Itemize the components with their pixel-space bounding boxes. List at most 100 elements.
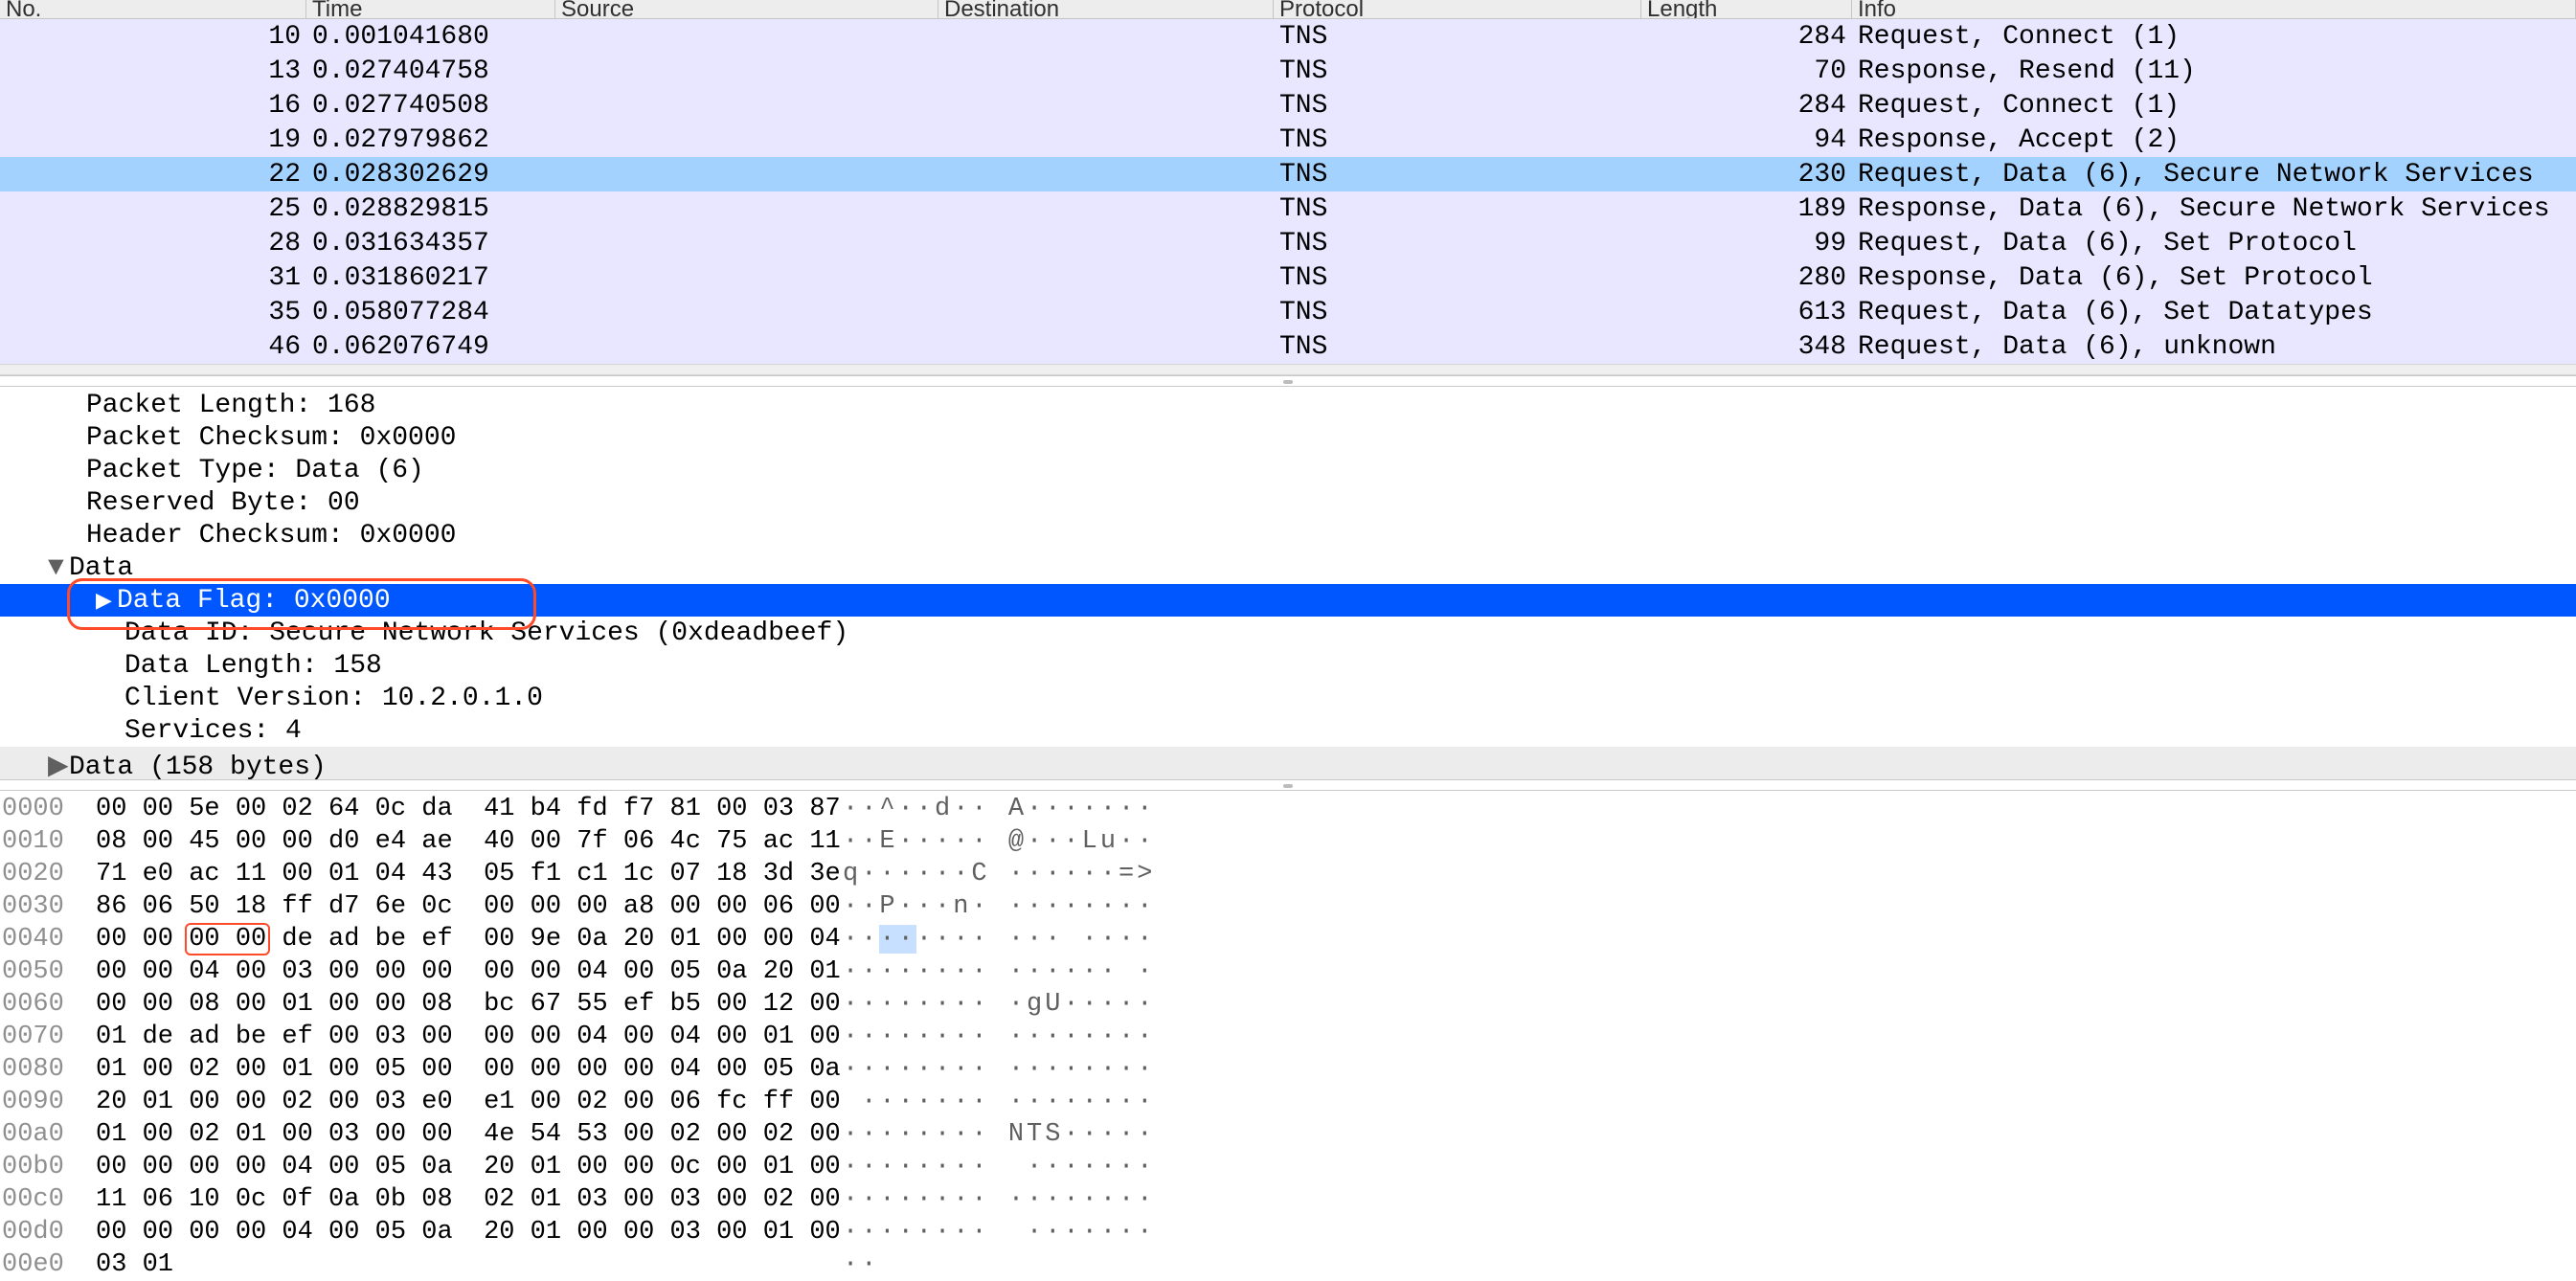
packet-row[interactable]: 280.031634357TNS99Request, Data (6), Set… — [0, 226, 2576, 260]
packet-row[interactable]: 250.028829815TNS189Response, Data (6), S… — [0, 191, 2576, 226]
hex-ascii: ······· ········ — [843, 1086, 1155, 1118]
cell-length: 284 — [1641, 91, 1852, 121]
hex-line[interactable]: 002071 e0 ac 11 00 01 04 43 05 f1 c1 1c … — [0, 858, 2576, 890]
column-header-info[interactable]: Info — [1852, 0, 2576, 18]
cell-no: 46 — [0, 332, 306, 362]
column-header-destination[interactable]: Destination — [938, 0, 1274, 18]
detail-reserved-byte[interactable]: Reserved Byte: 00 — [0, 486, 2576, 519]
cell-info: Response, Accept (2) — [1852, 125, 2576, 155]
hex-line[interactable]: 00b000 00 00 00 04 00 05 0a 20 01 00 00 … — [0, 1151, 2576, 1183]
column-header-time[interactable]: Time — [306, 0, 555, 18]
detail-data-id[interactable]: Data ID: Secure Network Services (0xdead… — [0, 617, 2576, 649]
column-header-no[interactable]: No. — [0, 0, 306, 18]
hex-ascii: ········ ··· ···· — [843, 923, 1155, 955]
hex-offset: 0000 — [0, 793, 96, 825]
hex-bytes: 00 00 04 00 03 00 00 00 00 00 04 00 05 0… — [96, 955, 843, 988]
packet-row[interactable]: 190.027979862TNS94Response, Accept (2) — [0, 123, 2576, 157]
detail-data-bytes-node[interactable]: ▶Data (158 bytes) — [0, 747, 2576, 779]
detail-packet-length[interactable]: Packet Length: 168 — [0, 389, 2576, 421]
hex-line[interactable]: 001008 00 45 00 00 d0 e4 ae 40 00 7f 06 … — [0, 825, 2576, 858]
hex-offset: 00a0 — [0, 1118, 96, 1151]
hex-ascii: ··^··d·· A······· — [843, 793, 1155, 825]
detail-services[interactable]: Services: 4 — [0, 714, 2576, 747]
hex-line[interactable]: 003086 06 50 18 ff d7 6e 0c 00 00 00 a8 … — [0, 890, 2576, 923]
cell-info: Request, Data (6), Set Datatypes — [1852, 298, 2576, 327]
detail-packet-checksum[interactable]: Packet Checksum: 0x0000 — [0, 421, 2576, 454]
hex-line[interactable]: 00c011 06 10 0c 0f 0a 0b 08 02 01 03 00 … — [0, 1183, 2576, 1216]
cell-time: 0.001041680 — [306, 22, 555, 52]
column-header-length[interactable]: Length — [1641, 0, 1852, 18]
hex-offset: 0090 — [0, 1086, 96, 1118]
hex-line[interactable]: 00a001 00 02 01 00 03 00 00 4e 54 53 00 … — [0, 1118, 2576, 1151]
cell-info: Request, Connect (1) — [1852, 22, 2576, 52]
cell-protocol: TNS — [1274, 298, 1641, 327]
detail-data-node[interactable]: ▼Data — [0, 551, 2576, 584]
cell-protocol: TNS — [1274, 125, 1641, 155]
cell-time: 0.027740508 — [306, 91, 555, 121]
hex-offset: 00c0 — [0, 1183, 96, 1216]
hex-line[interactable]: 004000 00 00 00 de ad be ef 00 9e 0a 20 … — [0, 923, 2576, 955]
packet-row[interactable]: 160.027740508TNS284Request, Connect (1) — [0, 88, 2576, 123]
cell-info: Request, Connect (1) — [1852, 91, 2576, 121]
hex-offset: 0020 — [0, 858, 96, 890]
expand-icon: ▶ — [96, 589, 117, 614]
detail-header-checksum[interactable]: Header Checksum: 0x0000 — [0, 519, 2576, 551]
detail-packet-type[interactable]: Packet Type: Data (6) — [0, 454, 2576, 486]
hex-line[interactable]: 006000 00 08 00 01 00 00 08 bc 67 55 ef … — [0, 988, 2576, 1021]
hex-line[interactable]: 008001 00 02 00 01 00 05 00 00 00 00 00 … — [0, 1053, 2576, 1086]
cell-length: 348 — [1641, 332, 1852, 362]
detail-client-version[interactable]: Client Version: 10.2.0.1.0 — [0, 682, 2576, 714]
packet-row[interactable]: 460.062076749TNS348Request, Data (6), un… — [0, 329, 2576, 364]
hex-line[interactable]: 005000 00 04 00 03 00 00 00 00 00 04 00 … — [0, 955, 2576, 988]
cell-length: 70 — [1641, 56, 1852, 86]
detail-data-length[interactable]: Data Length: 158 — [0, 649, 2576, 682]
packet-row[interactable]: 100.001041680TNS284Request, Connect (1) — [0, 19, 2576, 54]
cell-length: 189 — [1641, 194, 1852, 224]
cell-no: 13 — [0, 56, 306, 86]
cell-destination — [938, 262, 1274, 294]
cell-source — [555, 159, 938, 191]
hex-bytes: 01 00 02 01 00 03 00 00 4e 54 53 00 02 0… — [96, 1118, 843, 1151]
cell-protocol: TNS — [1274, 229, 1641, 258]
packet-row[interactable]: 130.027404758TNS70Response, Resend (11) — [0, 54, 2576, 88]
packet-list-header: No. Time Source Destination Protocol Len… — [0, 0, 2576, 19]
cell-info: Request, Data (6), unknown — [1852, 332, 2576, 362]
hex-line[interactable]: 009020 01 00 00 02 00 03 e0 e1 00 02 00 … — [0, 1086, 2576, 1118]
hex-line[interactable]: 00e003 01·· — [0, 1248, 2576, 1281]
detail-data-flag[interactable]: ▶Data Flag: 0x0000 — [0, 584, 2576, 617]
cell-length: 230 — [1641, 160, 1852, 190]
pane-separator-bottom[interactable] — [0, 779, 2576, 791]
cell-source — [555, 228, 938, 259]
cell-info: Response, Resend (11) — [1852, 56, 2576, 86]
hex-ascii: ········ NTS····· — [843, 1118, 1155, 1151]
cell-source — [555, 56, 938, 87]
packet-row[interactable]: 310.031860217TNS280Response, Data (6), S… — [0, 260, 2576, 295]
cell-time: 0.027979862 — [306, 125, 555, 155]
hex-ascii: ········ ······ · — [843, 955, 1155, 988]
column-header-protocol[interactable]: Protocol — [1274, 0, 1641, 18]
hex-line[interactable]: 007001 de ad be ef 00 03 00 00 00 04 00 … — [0, 1021, 2576, 1053]
cell-info: Response, Data (6), Secure Network Servi… — [1852, 194, 2576, 224]
hex-ascii: ········ ········ — [843, 1183, 1155, 1216]
hex-bytes: 00 00 00 00 de ad be ef 00 9e 0a 20 01 0… — [96, 923, 843, 955]
hex-offset: 0040 — [0, 923, 96, 955]
cell-length: 99 — [1641, 229, 1852, 258]
cell-destination — [938, 297, 1274, 328]
packet-rows: 100.001041680TNS284Request, Connect (1)1… — [0, 19, 2576, 364]
packet-row[interactable]: 220.028302629TNS230Request, Data (6), Se… — [0, 157, 2576, 191]
cell-info: Request, Data (6), Secure Network Servic… — [1852, 160, 2576, 190]
cell-protocol: TNS — [1274, 22, 1641, 52]
packet-row[interactable]: 350.058077284TNS613Request, Data (6), Se… — [0, 295, 2576, 329]
horizontal-scrollbar[interactable] — [0, 364, 2576, 375]
pane-separator-top[interactable] — [0, 375, 2576, 387]
hex-bytes: 03 01 — [96, 1248, 843, 1281]
cell-time: 0.031860217 — [306, 263, 555, 293]
hex-ascii: ········ ········ — [843, 1021, 1155, 1053]
hex-ascii: ··E····· @···Lu·· — [843, 825, 1155, 858]
detail-data-flag-label: Data Flag: 0x0000 — [117, 586, 391, 616]
hex-line[interactable]: 00d000 00 00 00 04 00 05 0a 20 01 00 00 … — [0, 1216, 2576, 1248]
cell-no: 25 — [0, 194, 306, 224]
cell-no: 10 — [0, 22, 306, 52]
column-header-source[interactable]: Source — [555, 0, 938, 18]
hex-line[interactable]: 000000 00 5e 00 02 64 0c da 41 b4 fd f7 … — [0, 793, 2576, 825]
